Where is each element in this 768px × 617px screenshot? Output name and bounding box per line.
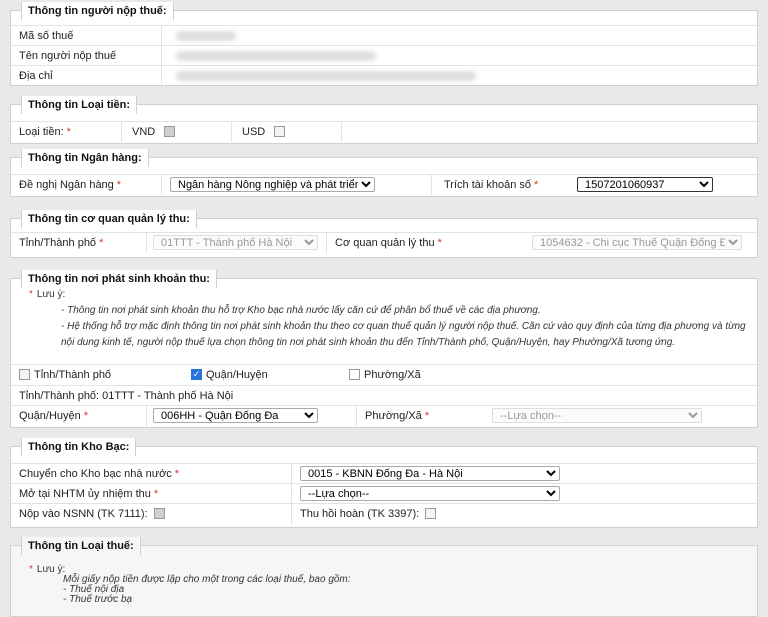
district-select[interactable]: 006HH - Quận Đống Đa bbox=[153, 408, 318, 423]
vnd-checkbox[interactable] bbox=[164, 125, 176, 137]
origin-province-text: Tỉnh/Thành phố: 01TTT - Thành phố Hà Nội bbox=[19, 390, 234, 402]
address-label: Địa chỉ bbox=[19, 70, 53, 82]
name-value bbox=[161, 46, 757, 66]
district-checkbox[interactable]: ✓ bbox=[191, 368, 202, 380]
name-row: Tên người nộp thuế bbox=[11, 45, 757, 66]
taxtype-legend: Thông tin Loại thuế: bbox=[21, 537, 141, 555]
address-row: Địa chỉ bbox=[11, 65, 757, 86]
nhtm-row: Mở tại NHTM ủy nhiệm thu * --Lựa chọn-- bbox=[11, 483, 757, 504]
tax-code-label: Mã số thuế bbox=[19, 30, 74, 42]
treasury-section: Thông tin Kho Bạc: Chuyển cho Kho bạc nh… bbox=[10, 438, 758, 528]
vnd-label: VND bbox=[132, 126, 156, 138]
origin-note-3: nội dung kinh tế, người nộp thuế lựa chọ… bbox=[61, 337, 676, 348]
bank-select[interactable]: Ngân hàng Nông nghiệp và phát triển n bbox=[170, 177, 375, 192]
nsnn-row: Nộp vào NSNN (TK 7111): Thu hồi hoàn (TK… bbox=[11, 503, 757, 524]
origin-province-row: Tỉnh/Thành phố: 01TTT - Thành phố Hà Nội bbox=[11, 385, 757, 406]
province-checkbox[interactable] bbox=[19, 368, 30, 380]
origin-note-2: - Hệ thống hỗ trợ mặc định thông tin nơi… bbox=[61, 321, 746, 332]
currency-row: Loại tiền: * VND USD bbox=[11, 121, 757, 142]
taxtype-section: Thông tin Loại thuế: * Lưu ý: Mỗi giấy nộ… bbox=[10, 537, 758, 617]
nhtm-select[interactable]: --Lựa chọn-- bbox=[300, 486, 560, 501]
agency-select[interactable]: 1054632 - Chi cục Thuế Quận Đống Đa bbox=[532, 235, 742, 250]
account-label: Trích tài khoản số bbox=[444, 179, 532, 191]
taxtype-item-2: - Thuế trước bạ bbox=[63, 594, 133, 605]
ward-select[interactable]: --Lựa chọn-- bbox=[492, 408, 702, 423]
tax-code-row: Mã số thuế bbox=[11, 25, 757, 46]
transfer-row: Chuyển cho Kho bạc nhà nước * 0015 - KBNN… bbox=[11, 463, 757, 484]
refund-label: Thu hồi hoàn (TK 3397): bbox=[300, 508, 420, 520]
origin-note-1: - Thông tin nơi phát sinh khoản thu hỗ t… bbox=[61, 305, 541, 316]
ward-label: Phường/Xã bbox=[365, 410, 422, 422]
tax-code-value bbox=[161, 26, 757, 46]
nsnn-checkbox[interactable] bbox=[153, 507, 165, 519]
taxtype-note-title: Lưu ý: bbox=[36, 564, 66, 575]
bank-label: Đề nghị Ngân hàng bbox=[19, 179, 114, 191]
currency-label: Loại tiền: bbox=[19, 126, 64, 138]
nsnn-label: Nộp vào NSNN (TK 7111): bbox=[19, 508, 148, 520]
account-select[interactable]: 1507201060937 bbox=[577, 177, 713, 192]
bank-section: Thông tin Ngân hàng: Đề nghị Ngân hàng * … bbox=[10, 149, 758, 197]
transfer-label: Chuyển cho Kho bạc nhà nước bbox=[19, 468, 172, 480]
province-select[interactable]: 01TTT - Thành phố Hà Nội bbox=[153, 235, 318, 250]
usd-checkbox[interactable] bbox=[274, 125, 286, 137]
refund-checkbox[interactable] bbox=[425, 507, 437, 519]
origin-legend: Thông tin nơi phát sinh khoản thu: bbox=[21, 270, 217, 288]
province-label: Tỉnh/Thành phố bbox=[19, 237, 97, 249]
transfer-select[interactable]: 0015 - KBNN Đống Đa - Hà Nội bbox=[300, 466, 560, 481]
agency-legend: Thông tin cơ quan quản lý thu: bbox=[21, 210, 197, 228]
agency-section: Thông tin cơ quan quản lý thu: Tỉnh/Thàn… bbox=[10, 210, 758, 258]
treasury-legend: Thông tin Kho Bạc: bbox=[21, 438, 137, 456]
name-label: Tên người nộp thuế bbox=[19, 50, 117, 62]
origin-note-title: Lưu ý: bbox=[36, 289, 66, 300]
agency-label: Cơ quan quản lý thu bbox=[335, 237, 435, 249]
district-option-label: Quận/Huyện bbox=[206, 369, 268, 381]
agency-row: Tỉnh/Thành phố * 01TTT - Thành phố Hà Nội… bbox=[11, 232, 757, 253]
district-label: Quận/Huyện bbox=[19, 410, 81, 422]
bank-row: Đề nghị Ngân hàng * Ngân hàng Nông nghiệp… bbox=[11, 174, 757, 195]
currency-section: Thông tin Loại tiền: Loại tiền: * VND USD bbox=[10, 96, 758, 144]
origin-options-row: Tỉnh/Thành phố ✓ Quận/Huyện Phường/Xã bbox=[11, 364, 757, 385]
ward-option-label: Phường/Xã bbox=[364, 369, 421, 381]
ward-checkbox[interactable] bbox=[349, 368, 360, 380]
address-value bbox=[161, 66, 757, 86]
nhtm-label: Mở tại NHTM ủy nhiệm thu bbox=[19, 488, 151, 500]
province-option-label: Tỉnh/Thành phố bbox=[34, 369, 112, 381]
origin-section: Thông tin nơi phát sinh khoản thu: * Lưu … bbox=[10, 270, 758, 428]
taxpayer-legend: Thông tin người nộp thuế: bbox=[21, 2, 174, 20]
origin-district-row: Quận/Huyện * 006HH - Quận Đống Đa Phường/… bbox=[11, 405, 757, 426]
taxpayer-section: Thông tin người nộp thuế: Mã số thuế Tên… bbox=[10, 2, 758, 86]
bank-legend: Thông tin Ngân hàng: bbox=[21, 149, 149, 167]
usd-label: USD bbox=[242, 126, 266, 138]
currency-legend: Thông tin Loại tiền: bbox=[21, 96, 138, 114]
